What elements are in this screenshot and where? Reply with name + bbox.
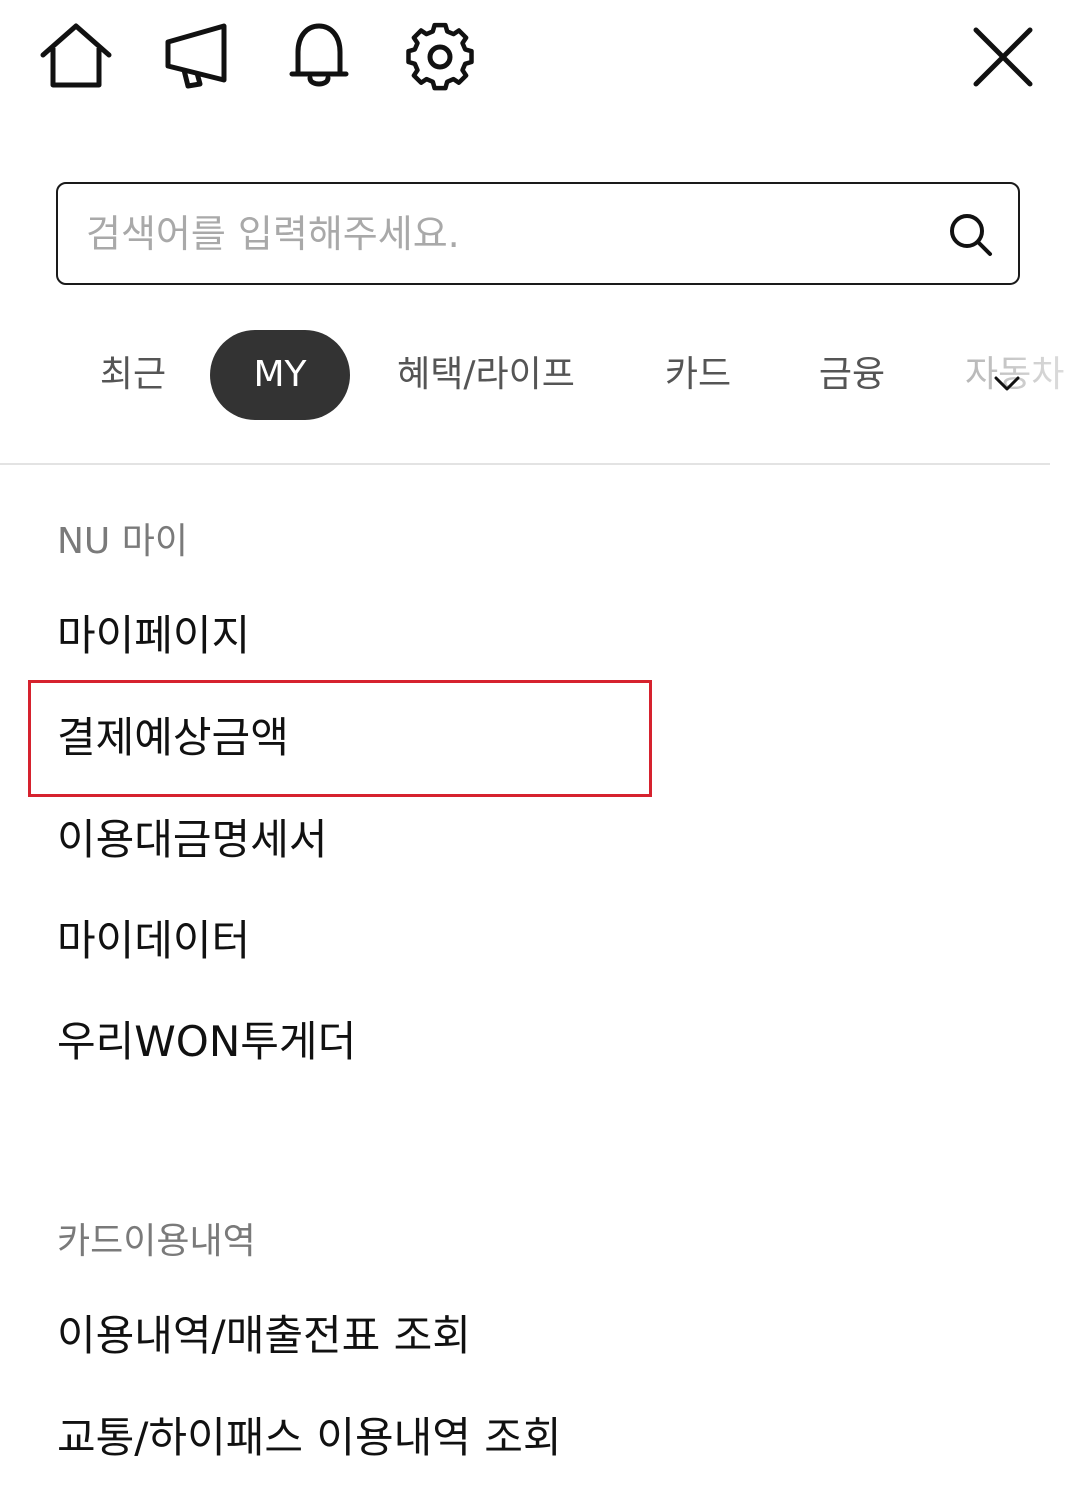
tab-recent[interactable]: 최근 xyxy=(88,330,178,420)
section-title-nu-my: NU 마이 xyxy=(57,521,188,562)
search-box xyxy=(56,182,1020,285)
search-input[interactable] xyxy=(86,184,926,283)
tab-finance[interactable]: 금융 xyxy=(802,330,902,420)
section-title-card-usage: 카드이용내역 xyxy=(57,1221,256,1262)
top-bar xyxy=(0,0,1079,110)
search-icon[interactable] xyxy=(948,212,994,258)
gear-icon[interactable] xyxy=(403,20,477,94)
menu-item-expected-payment[interactable]: 결제예상금액 xyxy=(57,708,289,768)
menu-item-usage-receipt[interactable]: 이용내역/매출전표 조회 xyxy=(57,1306,471,1366)
tab-benefit-life[interactable]: 혜택/라이프 xyxy=(380,330,592,420)
tab-my[interactable]: MY xyxy=(210,330,350,420)
bell-icon[interactable] xyxy=(282,20,356,92)
tab-card[interactable]: 카드 xyxy=(648,330,748,420)
menu-item-won-together[interactable]: 우리WON투게더 xyxy=(57,1012,356,1072)
home-icon[interactable] xyxy=(38,22,114,92)
category-tabs: 최근 MY 혜택/라이프 카드 금융 자동차 xyxy=(0,330,1079,422)
menu-item-transit-hipass[interactable]: 교통/하이패스 이용내역 조회 xyxy=(57,1408,562,1468)
menu-item-mypage[interactable]: 마이페이지 xyxy=(57,606,250,666)
close-icon[interactable] xyxy=(968,22,1038,92)
megaphone-icon[interactable] xyxy=(160,22,236,92)
menu-item-statement[interactable]: 이용대금명세서 xyxy=(57,810,327,870)
tabs-divider xyxy=(0,463,1050,465)
chevron-down-icon[interactable] xyxy=(990,372,1024,396)
menu-item-mydata[interactable]: 마이데이터 xyxy=(57,911,250,971)
